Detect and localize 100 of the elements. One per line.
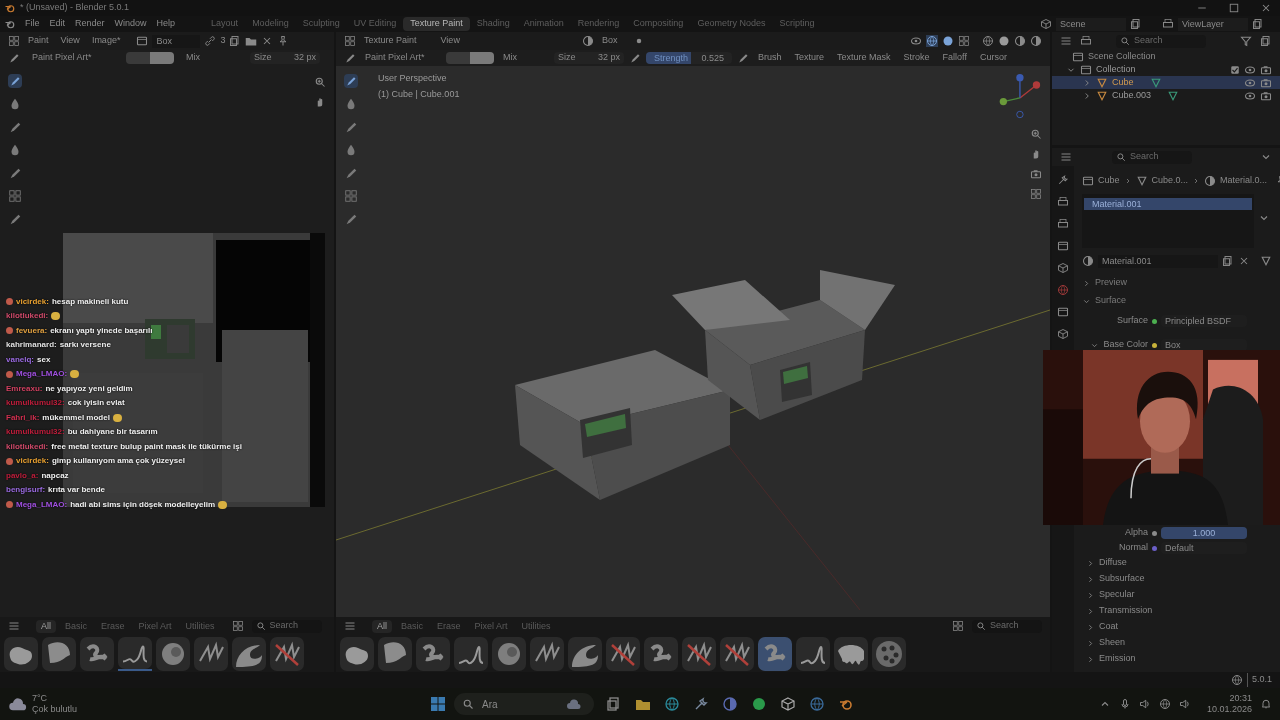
menu-item[interactable]: Image* bbox=[87, 34, 125, 48]
outliner-item[interactable]: Collection bbox=[1096, 62, 1136, 77]
shelf-tab[interactable]: All bbox=[372, 619, 392, 633]
blend-dropdown[interactable]: Mix bbox=[182, 51, 242, 65]
menu-item[interactable]: Render bbox=[70, 17, 110, 31]
field-label: Surface bbox=[1116, 314, 1148, 328]
chat-message: ne yapıyoz yeni geldim bbox=[45, 382, 133, 395]
size-field[interactable]: Size 32 px bbox=[250, 52, 320, 64]
shelf-tab[interactable]: Basic bbox=[396, 619, 429, 633]
field-label: Base Color bbox=[1103, 338, 1148, 352]
popover-dropdown[interactable]: Cursor bbox=[975, 51, 1011, 65]
chat-message: hesap makineli kutu bbox=[51, 295, 129, 308]
workspace-tab[interactable]: Layout bbox=[204, 17, 246, 31]
chat-username: pavlo_a: bbox=[6, 469, 39, 482]
material-slot[interactable]: Material.001 bbox=[1084, 198, 1252, 210]
outliner-item[interactable]: Cube.003 bbox=[1112, 88, 1152, 103]
material-name-field[interactable]: Material.001 bbox=[1098, 254, 1218, 268]
version-text: 5.0.1 bbox=[1246, 673, 1272, 687]
menu-item[interactable]: Edit bbox=[44, 17, 71, 31]
shelf-tab[interactable]: Basic bbox=[60, 619, 93, 633]
subpanel-header[interactable]: Specular bbox=[1099, 588, 1135, 602]
temperature-text: 7°C bbox=[32, 693, 49, 704]
popover-dropdown[interactable]: Texture bbox=[790, 51, 829, 65]
chat-username: Emreaxu: bbox=[6, 382, 43, 395]
subpanel-header[interactable]: Subsurface bbox=[1099, 572, 1145, 586]
chat-username: bengisurf: bbox=[6, 484, 46, 497]
search-field[interactable]: Search bbox=[251, 619, 322, 633]
workspace-tab[interactable]: Modeling bbox=[245, 17, 296, 31]
menu-item[interactable]: File bbox=[20, 17, 45, 31]
chat-message: ekranı yaptı yinede başarılı bbox=[50, 324, 153, 337]
search-field[interactable]: Ara bbox=[454, 693, 594, 715]
search-field[interactable]: Search bbox=[1116, 34, 1206, 48]
chat-message: bu dahiyane bir tasarım bbox=[67, 426, 158, 439]
chat-username: kilotlukedi: bbox=[6, 440, 49, 453]
search-field[interactable]: Search bbox=[1112, 150, 1192, 164]
user-count: 3 bbox=[220, 34, 226, 48]
field-label: Alpha bbox=[1124, 526, 1148, 540]
chat-message: mükemmel model bbox=[42, 411, 110, 424]
blend-dropdown[interactable]: Mix bbox=[499, 51, 549, 65]
chat-message: free metal texture bulup paint mask ile tükürme işi bbox=[51, 440, 242, 453]
search-field[interactable]: Search bbox=[972, 619, 1042, 633]
popover-dropdown[interactable]: Falloff bbox=[938, 51, 971, 65]
view-layer-field[interactable]: ViewLayer bbox=[1178, 17, 1248, 31]
chat-username: Mega_LMAO: bbox=[16, 368, 68, 381]
brush-preset-dropdown[interactable]: Paint Pixel Art* bbox=[28, 51, 118, 65]
shelf-tab[interactable]: All bbox=[36, 619, 56, 633]
shelf-tab[interactable]: Erase bbox=[432, 619, 466, 633]
shelf-tab[interactable]: Utilities bbox=[180, 619, 220, 633]
subpanel-header[interactable]: Coat bbox=[1099, 620, 1118, 634]
panel-header[interactable]: Surface bbox=[1095, 294, 1127, 308]
breadcrumb-item: Cube bbox=[1098, 174, 1120, 188]
shelf-tab[interactable]: Utilities bbox=[516, 619, 556, 633]
workspace-tab[interactable]: Shading bbox=[469, 17, 517, 31]
menu-item[interactable]: Window bbox=[109, 17, 152, 31]
alpha-slider[interactable]: 1.000 bbox=[1161, 527, 1247, 539]
popover-dropdown[interactable]: Stroke bbox=[899, 51, 934, 65]
chat-username: kumulkumul32: bbox=[6, 426, 65, 439]
image-name-field[interactable]: Box bbox=[152, 34, 201, 48]
size-field[interactable]: Size 32 px bbox=[554, 52, 624, 64]
clock-date[interactable]: 10.01.2026 bbox=[1206, 704, 1252, 715]
clock-time[interactable]: 20:31 bbox=[1229, 693, 1252, 704]
outliner-item[interactable]: Scene Collection bbox=[1088, 49, 1156, 64]
popover-dropdown[interactable]: Texture Mask bbox=[833, 51, 895, 65]
workspace-tab[interactable]: Sculpting bbox=[295, 17, 347, 31]
workspace-tab[interactable]: Geometry Nodes bbox=[690, 17, 773, 31]
workspace-tab[interactable]: Texture Paint bbox=[403, 17, 470, 31]
chat-username: Mega_LMAO: bbox=[16, 498, 68, 511]
window-title: * (Unsaved) - Blender 5.0.1 bbox=[20, 1, 130, 15]
subpanel-header[interactable]: Diffuse bbox=[1099, 556, 1127, 570]
scene-field[interactable]: Scene bbox=[1056, 17, 1126, 31]
brush-preset-dropdown[interactable]: Paint Pixel Art* bbox=[361, 51, 441, 65]
menu-item[interactable]: View bbox=[56, 34, 84, 48]
breadcrumb-item: Cube.0... bbox=[1151, 174, 1189, 188]
chat-username: kilotlukedi: bbox=[6, 310, 49, 323]
chat-username: vicirdek: bbox=[16, 455, 49, 468]
popover-dropdown[interactable]: Brush bbox=[754, 51, 786, 65]
chat-message: sex bbox=[37, 353, 51, 366]
workspace-tab[interactable]: Rendering bbox=[570, 17, 627, 31]
chat-username: Fahri_ik: bbox=[6, 411, 40, 424]
outliner-item[interactable]: Cube bbox=[1112, 75, 1134, 90]
breadcrumb-item: Material.0... bbox=[1220, 174, 1268, 188]
chat-message: napcaz bbox=[41, 469, 69, 482]
workspace-tab[interactable]: Scripting bbox=[772, 17, 822, 31]
menu-item[interactable]: Help bbox=[151, 17, 181, 31]
mode-dropdown[interactable]: Texture Paint bbox=[360, 34, 421, 48]
mode-dropdown[interactable]: Paint bbox=[24, 34, 53, 48]
subpanel-header[interactable]: Sheen bbox=[1099, 636, 1126, 650]
panel-header[interactable]: Preview bbox=[1095, 276, 1127, 290]
workspace-tab[interactable]: UV Editing bbox=[346, 17, 404, 31]
chat-username: kahrimanard: bbox=[6, 339, 57, 352]
strength-slider[interactable]: Strength 0.525 bbox=[646, 52, 732, 64]
subpanel-header[interactable]: Transmission bbox=[1099, 604, 1153, 618]
shelf-tab[interactable]: Erase bbox=[96, 619, 130, 633]
shading-dropdown[interactable]: Box bbox=[597, 34, 622, 48]
workspace-tab[interactable]: Compositing bbox=[626, 17, 691, 31]
chat-username: vanelq: bbox=[6, 353, 34, 366]
subpanel-header[interactable]: Emission bbox=[1099, 652, 1136, 666]
chat-username: kumulkumul32: bbox=[6, 397, 65, 410]
menu-item[interactable]: View bbox=[436, 34, 464, 48]
workspace-tab[interactable]: Animation bbox=[516, 17, 571, 31]
